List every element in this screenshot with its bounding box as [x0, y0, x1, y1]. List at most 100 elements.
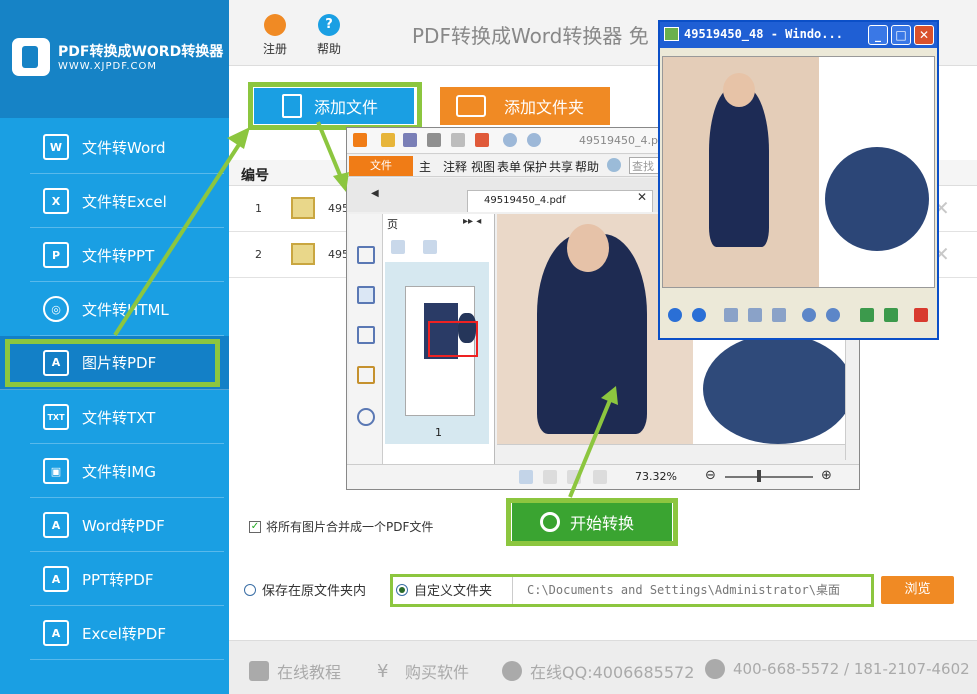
sidebar-item-ppt-to-pdf[interactable]: A PPT转PDF [30, 553, 224, 606]
print-icon[interactable] [427, 133, 441, 147]
reader-search-input[interactable]: 查找 [629, 157, 659, 174]
reader-file-tab[interactable]: 文件 [349, 156, 413, 176]
save-original-radio[interactable] [244, 583, 256, 596]
new-icon[interactable] [475, 133, 489, 147]
register-button[interactable]: 注册 [255, 14, 295, 57]
picture-viewer-window[interactable]: 49519450_48 - Windo... _ □ ✕ [658, 20, 939, 340]
scan-icon[interactable] [451, 133, 465, 147]
image-icon: ▣ [43, 458, 69, 484]
tutorial-label: 在线教程 [277, 663, 342, 682]
tab-close-icon[interactable]: ✕ [637, 190, 647, 204]
reader-menu-help[interactable]: 帮助 [575, 158, 599, 175]
buy-link[interactable]: ¥ 购买软件 [377, 659, 469, 683]
page-thumbnail-panel: 页 ▸▸ ◂ 1 [383, 214, 495, 464]
rotate-ccw-icon[interactable] [884, 308, 898, 322]
zoom-out-icon[interactable] [826, 308, 840, 322]
browse-button[interactable]: 浏览 [881, 576, 954, 604]
add-folder-label: 添加文件夹 [504, 98, 585, 117]
slideshow-icon[interactable] [772, 308, 786, 322]
start-highlight-frame [506, 498, 678, 546]
reduce-thumb-icon[interactable] [423, 240, 437, 254]
zoom-level[interactable]: 73.32% [635, 470, 677, 483]
panel-collapse-icon[interactable]: ▸▸ ◂ [463, 216, 481, 227]
zoom-in-icon[interactable] [802, 308, 816, 322]
sidebar-item-word[interactable]: W 文件转Word [30, 121, 224, 174]
qq-icon [502, 661, 522, 681]
reader-side-iconstrip [349, 214, 383, 464]
save-icon[interactable] [403, 133, 417, 147]
user-icon [264, 14, 286, 36]
facing-icon[interactable] [567, 470, 581, 484]
continuous-icon[interactable] [543, 470, 557, 484]
search-icon[interactable] [607, 158, 621, 172]
sidebar-item-word-to-pdf[interactable]: A Word转PDF [30, 499, 224, 552]
single-page-icon[interactable] [519, 470, 533, 484]
qq-link[interactable]: 在线QQ:4006685572 [502, 659, 694, 683]
rotate-cw-icon[interactable] [860, 308, 874, 322]
undo-icon[interactable] [503, 133, 517, 147]
tutorial-link[interactable]: 在线教程 [249, 659, 341, 683]
logo-area: PDF转换成WORD转换器 WWW.XJPDF.COM [0, 0, 229, 118]
sidebar-item-excel[interactable]: X 文件转Excel [30, 175, 224, 228]
sidebar-item-excel-to-pdf[interactable]: A Excel转PDF [30, 607, 224, 660]
reader-doc-title: 49519450_4.pd [579, 134, 665, 147]
open-icon[interactable] [381, 133, 395, 147]
folder-icon [456, 95, 486, 117]
minimize-button[interactable]: _ [868, 25, 888, 45]
custom-folder-option[interactable]: 自定义文件夹 [396, 580, 492, 599]
pages-icon[interactable] [357, 286, 375, 304]
zoom-in-icon[interactable]: ⊕ [821, 468, 832, 483]
column-number: 编号 [241, 168, 269, 184]
thumb-view-rect [428, 321, 478, 357]
reader-doc-tab[interactable]: 49519450_4.pdf [467, 190, 653, 212]
reader-logo-icon [353, 133, 367, 147]
zoom-slider-handle[interactable] [757, 470, 761, 482]
tab-scroll-left-icon[interactable]: ◀ [371, 188, 379, 199]
maximize-button[interactable]: □ [891, 25, 911, 45]
zoom-slider[interactable] [725, 476, 813, 478]
reader-menu-home[interactable]: 主 [419, 158, 431, 175]
sidebar-item-img[interactable]: ▣ 文件转IMG [30, 445, 224, 498]
help-button[interactable]: ? 帮助 [309, 14, 349, 57]
globe-icon: ◎ [43, 296, 69, 322]
reader-menu-protect[interactable]: 保护 [523, 158, 547, 175]
pdf-icon: A [43, 566, 69, 592]
reader-menu-comment[interactable]: 注释 [443, 158, 467, 175]
sidebar-item-html[interactable]: ◎ 文件转HTML [30, 283, 224, 336]
attachment-icon[interactable] [357, 408, 375, 426]
enlarge-thumb-icon[interactable] [391, 240, 405, 254]
merge-option[interactable]: ✓ 将所有图片合并成一个PDF文件 [249, 518, 433, 535]
redo-icon[interactable] [527, 133, 541, 147]
reader-menu-share[interactable]: 共享 [549, 158, 573, 175]
previous-icon[interactable] [668, 308, 682, 322]
continuous-facing-icon[interactable] [593, 470, 607, 484]
next-icon[interactable] [692, 308, 706, 322]
add-folder-button[interactable]: 添加文件夹 [440, 87, 610, 125]
layers-icon[interactable] [357, 326, 375, 344]
sidebar-item-label: 文件转TXT [82, 408, 156, 427]
actual-size-icon[interactable] [748, 308, 762, 322]
close-button[interactable]: ✕ [914, 25, 934, 45]
best-fit-icon[interactable] [724, 308, 738, 322]
merge-checkbox[interactable]: ✓ [249, 520, 261, 533]
save-original-option[interactable]: 保存在原文件夹内 [244, 580, 366, 599]
viewer-photo-face [723, 73, 755, 107]
delete-icon[interactable] [914, 308, 928, 322]
viewer-titlebar[interactable]: 49519450_48 - Windo... _ □ ✕ [660, 22, 937, 48]
viewer-illustration-shape [825, 147, 929, 251]
bookmark-icon[interactable] [357, 246, 375, 264]
sidebar-item-label: 文件转HTML [82, 300, 169, 319]
horizontal-scrollbar[interactable] [497, 444, 845, 460]
sidebar-item-txt[interactable]: TXT 文件转TXT [30, 391, 224, 444]
reader-menu-view[interactable]: 视图 [471, 158, 495, 175]
sidebar-item-label: Excel转PDF [82, 624, 166, 643]
sidebar-item-ppt[interactable]: P 文件转PPT [30, 229, 224, 282]
comments-icon[interactable] [357, 366, 375, 384]
ppt-icon: P [43, 242, 69, 268]
output-path-field[interactable]: C:\Documents and Settings\Administrator\… [512, 577, 871, 604]
page-thumbnail[interactable] [405, 286, 478, 416]
custom-folder-radio[interactable] [396, 583, 408, 596]
zoom-out-icon[interactable]: ⊖ [705, 468, 716, 483]
reader-menu-form[interactable]: 表单 [497, 158, 521, 175]
row-number: 2 [255, 248, 262, 261]
